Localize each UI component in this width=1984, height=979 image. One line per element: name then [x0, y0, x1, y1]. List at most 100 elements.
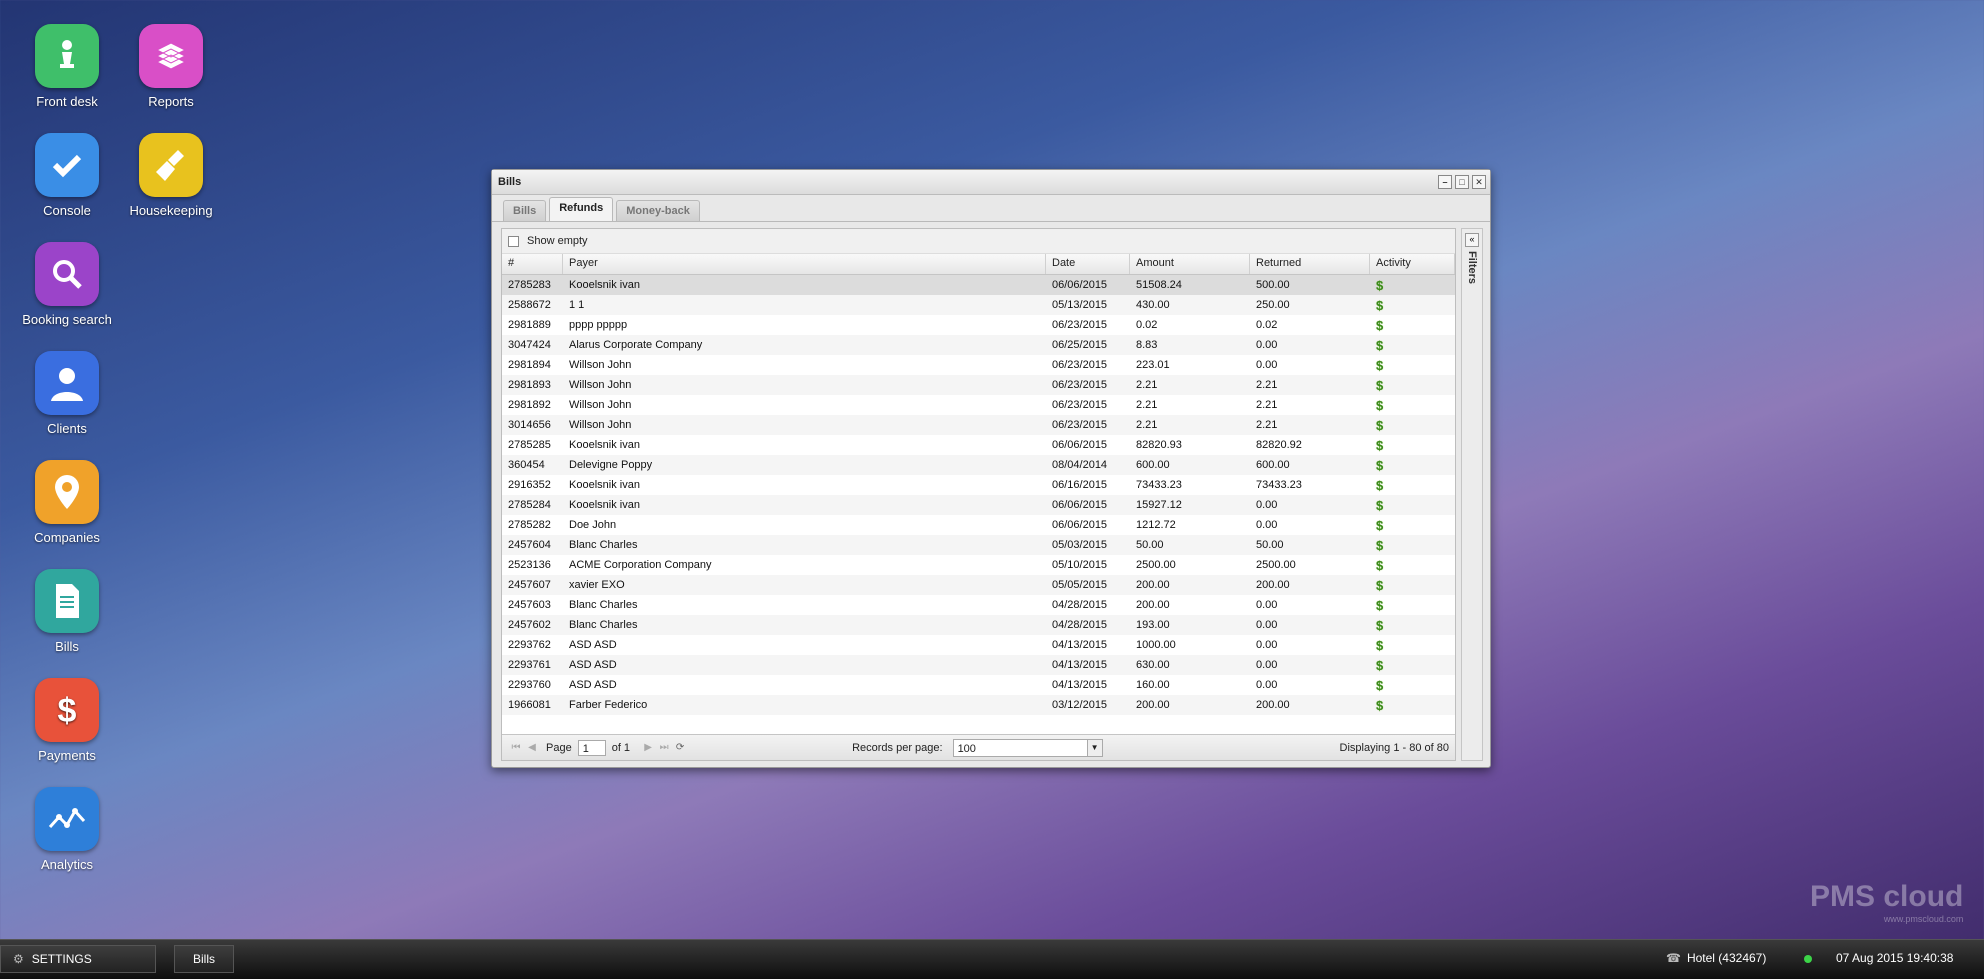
table-row[interactable]: 950273test test11/06/2014505.00505.00$ — [502, 715, 1455, 720]
activity-cell: $ — [1370, 358, 1455, 373]
refresh-icon[interactable]: ⟳ — [672, 740, 688, 756]
table-row[interactable]: 2457603 Blanc Charles 04/28/2015 200.00 0.00… — [502, 595, 1455, 615]
money-activity-icon[interactable]: $ — [1376, 518, 1383, 533]
desktop-icon-front-desk[interactable]: Front desk — [12, 24, 122, 109]
minimize-icon[interactable]: – — [1438, 175, 1452, 189]
money-activity-icon[interactable]: $ — [1376, 338, 1383, 353]
column-header-amount[interactable]: Amount — [1130, 254, 1250, 274]
taskbar: ⚙ SETTINGS Bills ☎ Hotel (432467) 07 Aug… — [0, 939, 1984, 979]
table-row[interactable]: 2588672 1 1 05/13/2015 430.00 250.00 $ — [502, 295, 1455, 315]
money-activity-icon[interactable]: $ — [1376, 618, 1383, 633]
table-row[interactable]: 3047424 Alarus Corporate Company 06/25/201… — [502, 335, 1455, 355]
chevron-down-icon[interactable]: ▼ — [1086, 739, 1102, 756]
money-activity-icon[interactable]: $ — [1376, 358, 1383, 373]
settings-button[interactable]: ⚙ SETTINGS — [0, 945, 156, 973]
money-activity-icon[interactable]: $ — [1376, 678, 1383, 693]
table-cell: 2785284 — [508, 499, 551, 511]
table-row[interactable]: 2981889 pppp ppppp 06/23/2015 0.02 0.02 $ — [502, 315, 1455, 335]
desktop-icon-booking-search[interactable]: Booking search — [12, 242, 122, 327]
desktop-icon-bills[interactable]: Bills — [12, 569, 122, 654]
desktop-icon-clients[interactable]: Clients — [12, 351, 122, 436]
expand-filters-icon[interactable]: « — [1465, 233, 1479, 247]
tab-refunds[interactable]: Refunds — [549, 197, 614, 221]
desktop-icon-companies[interactable]: Companies — [12, 460, 122, 545]
money-activity-icon[interactable]: $ — [1376, 318, 1383, 333]
money-activity-icon[interactable]: $ — [1376, 378, 1383, 393]
table-row[interactable]: 2785282 Doe John 06/06/2015 1212.72 0.00 $ — [502, 515, 1455, 535]
table-cell: 200.00 — [1136, 599, 1170, 611]
column-header-returned[interactable]: Returned — [1250, 254, 1370, 274]
records-per-page-label: Records per page: — [852, 741, 943, 754]
money-activity-icon[interactable]: $ — [1376, 658, 1383, 673]
desktop-icon-housekeeping[interactable]: Housekeeping — [116, 133, 226, 218]
money-activity-icon[interactable]: $ — [1376, 558, 1383, 573]
table-cell: Doe John — [569, 519, 617, 531]
table-row[interactable]: 2293760 ASD ASD 04/13/2015 160.00 0.00 $ — [502, 675, 1455, 695]
table-row[interactable]: 2981892 Willson John 06/23/2015 2.21 2.21 $ — [502, 395, 1455, 415]
money-activity-icon[interactable]: $ — [1376, 278, 1383, 293]
next-page-icon[interactable]: ▶ — [640, 740, 656, 756]
table-row[interactable]: 360454 Delevigne Poppy 08/04/2014 600.00 600… — [502, 455, 1455, 475]
tab-money-back[interactable]: Money-back — [616, 200, 700, 221]
money-activity-icon[interactable]: $ — [1376, 538, 1383, 553]
show-empty-checkbox[interactable] — [508, 235, 519, 247]
table-row[interactable]: 2293761 ASD ASD 04/13/2015 630.00 0.00 $ — [502, 655, 1455, 675]
table-row[interactable]: 2457607 xavier EXO 05/05/2015 200.00 200.00 $ — [502, 575, 1455, 595]
desktop-icon-analytics[interactable]: Analytics — [12, 787, 122, 872]
filters-panel[interactable]: « Filters — [1461, 228, 1483, 761]
activity-cell: $ — [1370, 678, 1455, 693]
table-row[interactable]: 2981893 Willson John 06/23/2015 2.21 2.21 $ — [502, 375, 1455, 395]
table-row[interactable]: 2457602 Blanc Charles 04/28/2015 193.00 0.00… — [502, 615, 1455, 635]
desktop-icon-console[interactable]: Console — [12, 133, 122, 218]
money-activity-icon[interactable]: $ — [1376, 498, 1383, 513]
column-header-payer[interactable]: Payer — [563, 254, 1046, 274]
last-page-icon[interactable]: ⏭ — [656, 740, 672, 756]
close-icon[interactable]: ✕ — [1472, 175, 1486, 189]
table-row[interactable]: 2981894 Willson John 06/23/2015 223.01 0.00 $ — [502, 355, 1455, 375]
column-header-activity[interactable]: Activity — [1370, 254, 1455, 274]
money-activity-icon[interactable]: $ — [1376, 458, 1383, 473]
money-activity-icon[interactable]: $ — [1376, 298, 1383, 313]
table-cell: 04/13/2015 — [1052, 639, 1108, 651]
table-cell: 3014656 — [508, 419, 551, 431]
first-page-icon[interactable]: ⏮ — [508, 740, 524, 756]
table-row[interactable]: 2293762 ASD ASD 04/13/2015 1000.00 0.00 $ — [502, 635, 1455, 655]
table-row[interactable]: 2523136 ACME Corporation Company 05/10/201… — [502, 555, 1455, 575]
money-activity-icon[interactable]: $ — [1376, 718, 1383, 720]
taskbar-bills-button[interactable]: Bills — [174, 945, 234, 973]
window-titlebar[interactable]: Bills – □ ✕ — [492, 170, 1490, 195]
broom-icon — [139, 133, 203, 197]
records-per-page-select[interactable]: 100 ▼ — [952, 738, 1103, 757]
table-cell: 2.21 — [1256, 399, 1278, 411]
hotel-indicator[interactable]: ☎ Hotel (432467) — [1666, 951, 1766, 965]
table-row[interactable]: 2457604 Blanc Charles 05/03/2015 50.00 50.00… — [502, 535, 1455, 555]
money-activity-icon[interactable]: $ — [1376, 398, 1383, 413]
money-activity-icon[interactable]: $ — [1376, 438, 1383, 453]
table-row[interactable]: 2785283 Kooelsnik ivan 06/06/2015 51508.24 5… — [502, 275, 1455, 295]
money-activity-icon[interactable]: $ — [1376, 578, 1383, 593]
money-activity-icon[interactable]: $ — [1376, 698, 1383, 713]
maximize-icon[interactable]: □ — [1455, 175, 1469, 189]
money-activity-icon[interactable]: $ — [1376, 418, 1383, 433]
money-activity-icon[interactable]: $ — [1376, 598, 1383, 613]
prev-page-icon[interactable]: ◀ — [524, 740, 540, 756]
table-cell: 0.00 — [1256, 519, 1278, 531]
column-header-id[interactable]: # — [502, 254, 563, 274]
desktop-icon-label: Payments — [38, 748, 96, 763]
table-row[interactable]: 1966081 Farber Federico 03/12/2015 200.00 20… — [502, 695, 1455, 715]
records-per-page-value: 100 — [957, 742, 976, 755]
money-activity-icon[interactable]: $ — [1376, 478, 1383, 493]
money-activity-icon[interactable]: $ — [1376, 638, 1383, 653]
column-header-date[interactable]: Date — [1046, 254, 1130, 274]
desktop-icon-reports[interactable]: Reports — [116, 24, 226, 109]
table-cell: 430.00 — [1136, 299, 1170, 311]
table-row[interactable]: 2916352 Kooelsnik ivan 06/16/2015 73433.23 7… — [502, 475, 1455, 495]
table-row[interactable]: 2785284 Kooelsnik ivan 06/06/2015 15927.12 0… — [502, 495, 1455, 515]
table-row[interactable]: 3014656 Willson John 06/23/2015 2.21 2.21 $ — [502, 415, 1455, 435]
tab-bills[interactable]: Bills — [503, 200, 547, 221]
table-cell: 50.00 — [1136, 539, 1164, 551]
table-row[interactable]: 2785285 Kooelsnik ivan 06/06/2015 82820.93 8… — [502, 435, 1455, 455]
table-cell: 600.00 — [1136, 459, 1170, 471]
page-input[interactable]: 1 — [577, 739, 606, 756]
desktop-icon-payments[interactable]: $ Payments — [12, 678, 122, 763]
